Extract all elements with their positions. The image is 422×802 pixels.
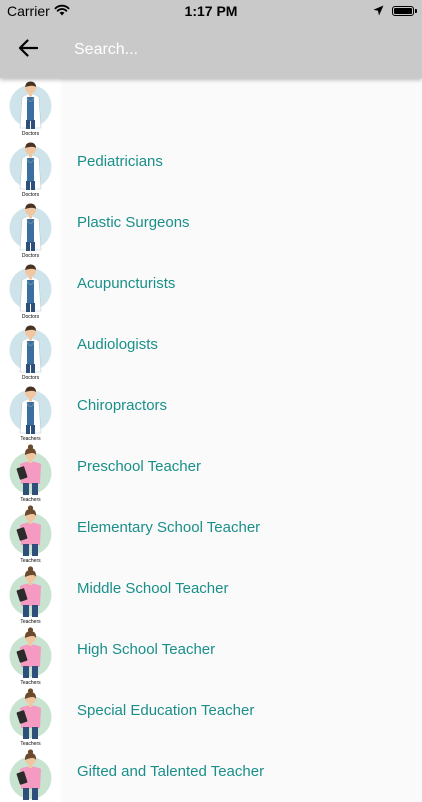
- teacher-illustration-icon: [0, 680, 61, 741]
- list-item-label: Special Education Teacher: [77, 702, 255, 719]
- list-item[interactable]: Teachers Preschool Teacher: [0, 436, 422, 497]
- list-item[interactable]: Teachers Special Education Teacher: [0, 680, 422, 741]
- list-item-label: Plastic Surgeons: [77, 214, 190, 231]
- thumbnail-caption: Doctors: [21, 314, 40, 320]
- status-time: 1:17 PM: [184, 3, 238, 19]
- teacher-illustration-icon: [0, 558, 61, 619]
- list-item[interactable]: Teachers Middle School Teacher: [0, 558, 422, 619]
- teacher-illustration-icon: [0, 497, 61, 558]
- teacher-illustration-icon: [0, 619, 61, 680]
- app-bar: [0, 22, 422, 78]
- doctor-illustration-icon: [0, 314, 61, 375]
- thumbnail-caption: Teachers: [20, 497, 41, 503]
- doctor-illustration-icon: [0, 192, 61, 253]
- teacher-thumbnail: Teachers: [0, 741, 61, 802]
- teacher-thumbnail: Teachers: [0, 436, 61, 497]
- doctor-illustration-icon: [0, 131, 61, 192]
- list-item[interactable]: Teachers High School Teacher: [0, 619, 422, 680]
- list-item[interactable]: Doctors Plastic Surgeons: [0, 192, 422, 253]
- thumbnail-caption: Teachers: [20, 680, 41, 686]
- teacher-thumbnail: Teachers: [0, 619, 61, 680]
- teacher-thumbnail: Teachers: [0, 497, 61, 558]
- list-item-label: Acupuncturists: [77, 275, 176, 292]
- teacher-illustration-icon: [0, 436, 61, 497]
- list-item-label: High School Teacher: [77, 641, 216, 658]
- thumbnail-caption: Teachers: [20, 741, 41, 747]
- list-item[interactable]: Doctors Pediatricians: [0, 131, 422, 192]
- location-arrow-icon: [373, 3, 384, 19]
- list-item-label: Gifted and Talented Teacher: [77, 763, 265, 780]
- doctor-illustration-icon: [0, 375, 61, 436]
- list-item-label: Audiologists: [77, 336, 158, 353]
- teacher-thumbnail: Teachers: [0, 680, 61, 741]
- teacher-illustration-icon: [0, 741, 61, 802]
- search-input[interactable]: [72, 40, 406, 60]
- list-item-label: Middle School Teacher: [77, 580, 229, 597]
- thumbnail-caption: Teachers: [20, 436, 41, 442]
- occupation-list: DoctorsDoctorsPediatriciansDoctorsPlasti…: [0, 70, 422, 802]
- doctor-thumbnail: Doctors: [0, 70, 61, 131]
- battery-icon: [392, 6, 417, 16]
- list-item-label: Preschool Teacher: [77, 458, 201, 475]
- arrow-left-icon: [18, 38, 39, 62]
- doctor-thumbnail: Doctors: [0, 192, 61, 253]
- doctor-thumbnail: Doctors: [0, 375, 61, 436]
- doctor-thumbnail: Doctors: [0, 253, 61, 314]
- doctor-illustration-icon: [0, 253, 61, 314]
- list-item[interactable]: Doctors Chiropractors: [0, 375, 422, 436]
- thumbnail-caption: Doctors: [21, 253, 40, 259]
- battery-fill: [394, 8, 412, 14]
- list-item[interactable]: Teachers Elementary School Teacher: [0, 497, 422, 558]
- doctor-thumbnail: Doctors: [0, 314, 61, 375]
- doctor-illustration-icon: [0, 70, 61, 131]
- list-item[interactable]: Doctors Audiologists: [0, 314, 422, 375]
- thumbnail-caption: Teachers: [20, 558, 41, 564]
- list-item-label: Chiropractors: [77, 397, 168, 414]
- thumbnail-caption: Doctors: [21, 192, 40, 198]
- back-button[interactable]: [0, 22, 56, 78]
- list-item-label: Pediatricians: [77, 153, 163, 170]
- list-item[interactable]: Teachers Gifted and Talented Teacher: [0, 741, 422, 802]
- status-right-group: [373, 3, 417, 19]
- thumbnail-caption: Doctors: [21, 131, 40, 137]
- thumbnail-caption: Doctors: [21, 375, 40, 381]
- status-bar: Carrier 1:17 PM: [0, 0, 422, 22]
- list-item-label: Elementary School Teacher: [77, 519, 261, 536]
- list-item[interactable]: Doctors: [0, 70, 422, 131]
- list-item[interactable]: Doctors Acupuncturists: [0, 253, 422, 314]
- doctor-thumbnail: Doctors: [0, 131, 61, 192]
- thumbnail-caption: Teachers: [20, 619, 41, 625]
- teacher-thumbnail: Teachers: [0, 558, 61, 619]
